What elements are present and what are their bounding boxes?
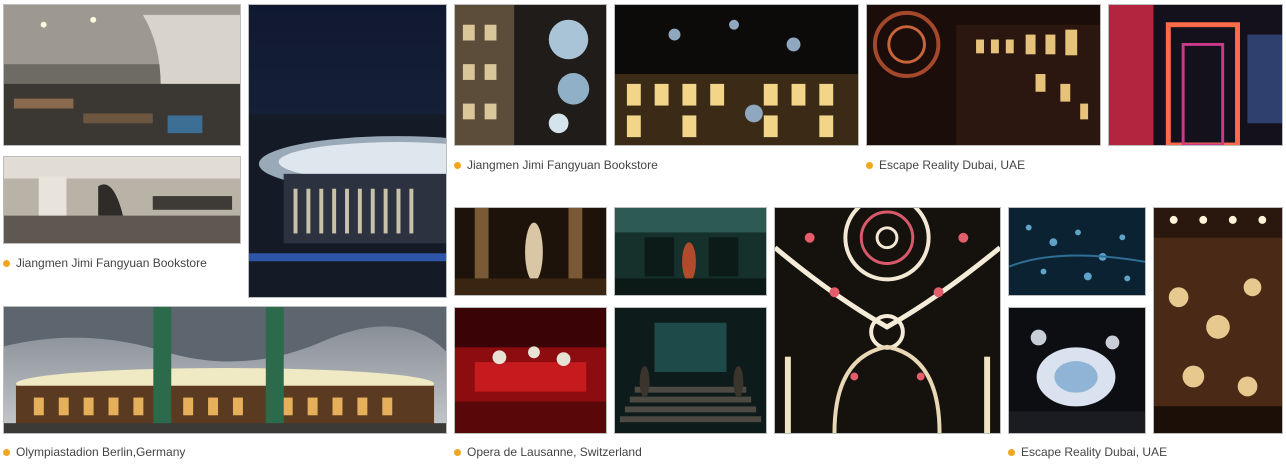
photo-escape-reality-1 [866,4,1101,146]
caption-text: Jiangmen Jimi Fangyuan Bookstore [16,256,207,270]
caption-escape-bottom: Escape Reality Dubai, UAE [1008,445,1167,459]
caption-bookstore-left: Jiangmen Jimi Fangyuan Bookstore [3,256,207,270]
bullet-dot [454,448,461,456]
photo-stadium-aerial-night [248,4,447,298]
photo-escape-reality-3 [1008,207,1146,296]
photo-opera-stage-1 [454,207,607,296]
caption-text: Olympiastadion Berlin,Germany [16,445,186,459]
caption-bookstore-top: Jiangmen Jimi Fangyuan Bookstore [454,158,658,172]
bullet-dot [454,161,461,169]
bullet-dot [1008,448,1015,456]
photo-bookstore-facade-night-1 [454,4,607,146]
photo-opera-stage-2 [614,207,767,296]
photo-light-arch-gallery [774,207,1001,434]
photo-bookstore-facade-night-2 [614,4,859,146]
photo-opera-stage-4 [614,307,767,434]
caption-text: Escape Reality Dubai, UAE [1021,445,1168,459]
caption-text: Opera de Lausanne, Switzerland [467,445,642,459]
caption-olympiastadion: Olympiastadion Berlin,Germany [3,445,185,459]
caption-text: Escape Reality Dubai, UAE [879,158,1026,172]
caption-opera: Opera de Lausanne, Switzerland [454,445,642,459]
photo-escape-reality-5 [1153,207,1283,434]
photo-bookstore-interior-1 [3,4,241,146]
photo-escape-reality-2 [1108,4,1283,146]
photo-olympiastadion-berlin [3,306,447,434]
caption-text: Jiangmen Jimi Fangyuan Bookstore [467,158,658,172]
photo-opera-stage-3 [454,307,607,434]
bullet-dot [3,259,10,267]
caption-escape-top: Escape Reality Dubai, UAE [866,158,1025,172]
bullet-dot [3,448,10,456]
photo-escape-reality-4 [1008,307,1146,434]
photo-bookstore-interior-2 [3,156,241,244]
bullet-dot [866,161,873,169]
